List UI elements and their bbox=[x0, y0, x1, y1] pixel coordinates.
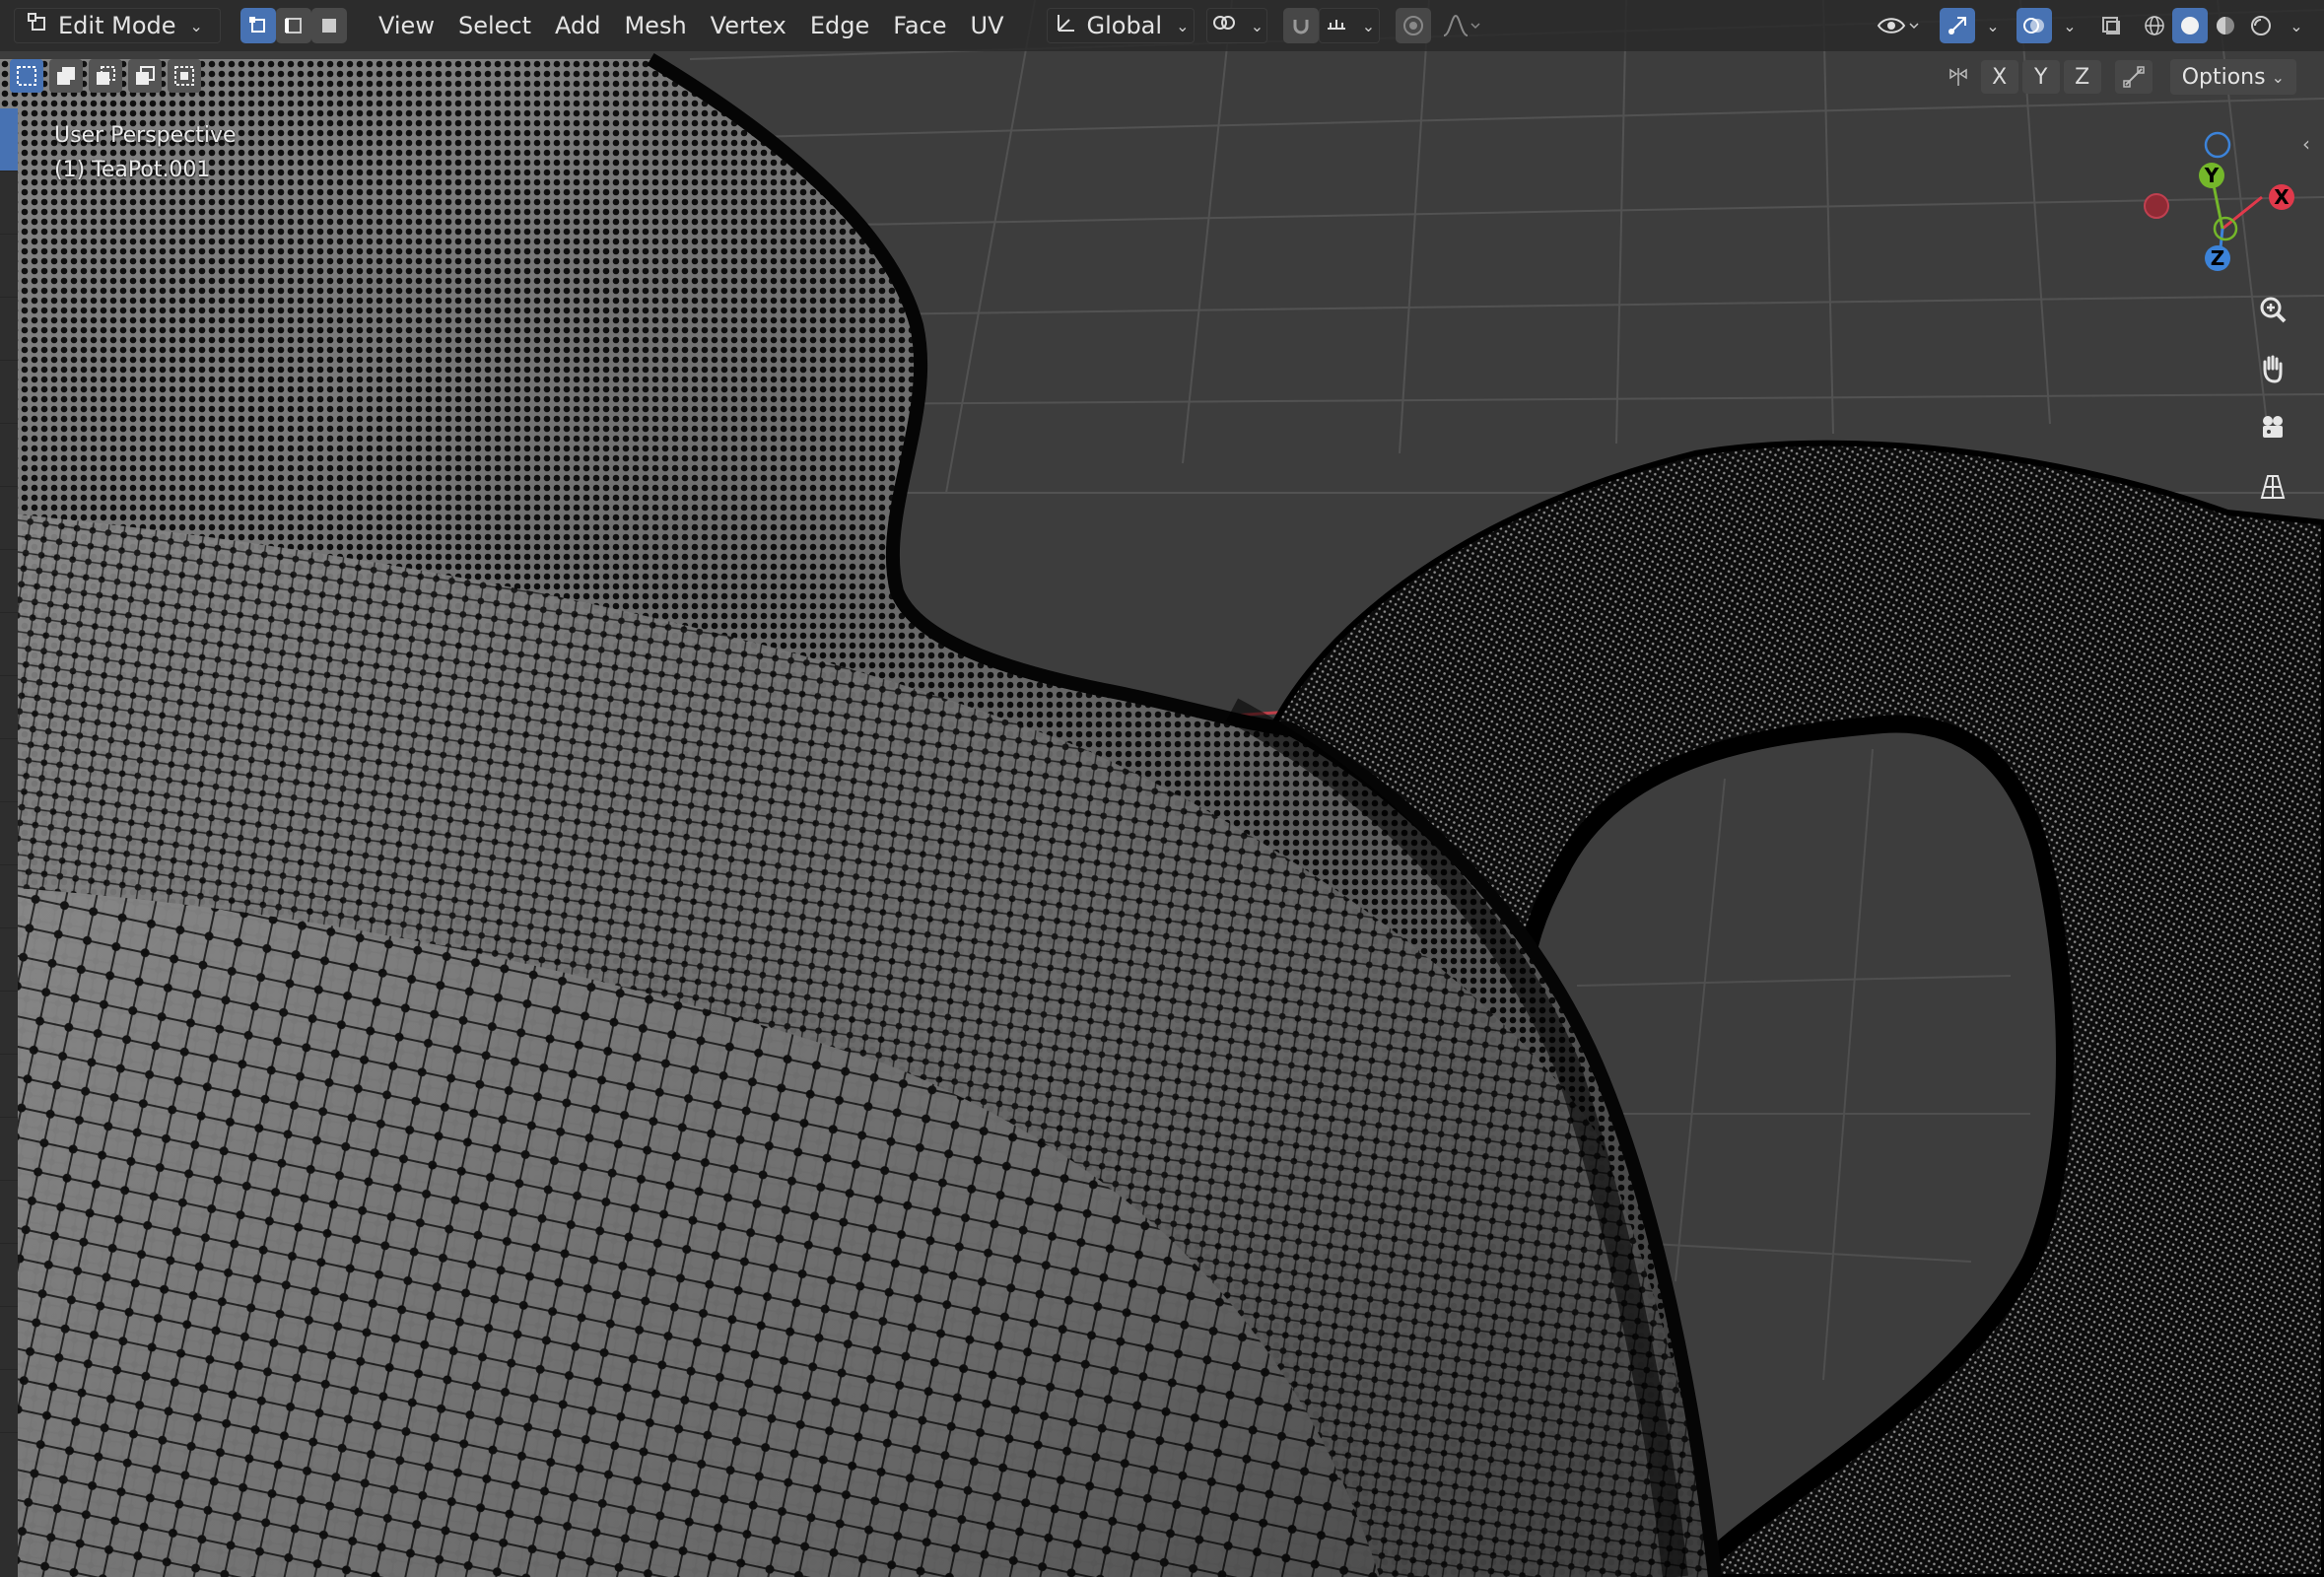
tool-edge-slide[interactable] bbox=[0, 1181, 18, 1244]
active-object-label: (1) TeaPot.001 bbox=[54, 158, 211, 182]
box-select-mode-group bbox=[10, 59, 201, 93]
mirror-x-toggle[interactable]: X bbox=[1980, 60, 2018, 94]
mirror-z-toggle[interactable]: Z bbox=[2063, 60, 2101, 94]
solid-shading-icon[interactable] bbox=[2172, 8, 2208, 43]
eye-visibility-icon[interactable] bbox=[1869, 8, 1930, 43]
rendered-shading-icon[interactable] bbox=[2243, 8, 2279, 43]
edge-select-icon[interactable] bbox=[276, 8, 311, 43]
select-new-icon[interactable] bbox=[10, 59, 43, 93]
select-invert-icon[interactable] bbox=[128, 59, 162, 93]
snap-increment-icon bbox=[1325, 11, 1348, 40]
menu-uv[interactable]: UV bbox=[959, 8, 1016, 43]
snap-target-dropdown[interactable]: ⌄ bbox=[1319, 8, 1381, 43]
chevron-down-icon: ⌄ bbox=[1250, 16, 1265, 35]
menu-add[interactable]: Add bbox=[543, 8, 612, 43]
tool-extrude[interactable] bbox=[0, 676, 18, 739]
tool-smooth[interactable] bbox=[0, 1118, 18, 1181]
chevron-down-icon: ⌄ bbox=[1176, 16, 1190, 35]
tool-shelf bbox=[0, 108, 18, 1577]
chevron-down-icon[interactable]: ⌄ bbox=[2052, 8, 2082, 43]
mirror-y-toggle[interactable]: Y bbox=[2021, 60, 2060, 94]
gizmo-neg-z bbox=[2204, 131, 2231, 159]
tool-inset[interactable] bbox=[0, 739, 18, 802]
transform-orientation-label: Global bbox=[1086, 12, 1163, 39]
snap-magnet-icon[interactable] bbox=[1283, 8, 1320, 43]
select-subtract-icon[interactable] bbox=[89, 59, 122, 93]
falloff-curve-icon[interactable] bbox=[1431, 8, 1492, 43]
menu-bar: View Select Add Mesh Vertex Edge Face UV bbox=[367, 8, 1015, 43]
viewport-header: Edit Mode ⌄ View Select Add Mesh Vertex … bbox=[0, 0, 2324, 51]
edit-mode-icon bbox=[25, 10, 50, 41]
mode-selector[interactable]: Edit Mode ⌄ bbox=[14, 8, 221, 43]
menu-select[interactable]: Select bbox=[446, 8, 543, 43]
3d-viewport[interactable]: Edit Mode ⌄ View Select Add Mesh Vertex … bbox=[0, 0, 2324, 1577]
mesh-symmetry-row: X Y Z Options ⌄ bbox=[1940, 59, 2296, 95]
chevron-down-icon: ⌄ bbox=[1361, 16, 1376, 35]
viewport-info: User Perspective (1) TeaPot.001 bbox=[54, 118, 237, 187]
chevron-down-icon[interactable]: ⌄ bbox=[1975, 8, 2005, 43]
pivot-point-icon bbox=[1211, 10, 1237, 41]
options-dropdown[interactable]: Options ⌄ bbox=[2169, 59, 2296, 95]
gizmo-neg-x bbox=[2144, 193, 2169, 219]
menu-edge[interactable]: Edge bbox=[798, 8, 881, 43]
shading-mode-group bbox=[2137, 8, 2279, 43]
tool-rotate[interactable] bbox=[0, 298, 18, 361]
auto-merge-icon[interactable] bbox=[2114, 60, 2153, 94]
tool-knife[interactable] bbox=[0, 928, 18, 992]
tool-transform[interactable] bbox=[0, 424, 18, 487]
tool-poly-build[interactable] bbox=[0, 992, 18, 1055]
pivot-point-dropdown[interactable]: ⌄ bbox=[1206, 8, 1268, 43]
viewport-scene[interactable] bbox=[0, 0, 2324, 1577]
tool-shear[interactable] bbox=[0, 1307, 18, 1370]
svg-text:Z: Z bbox=[2211, 246, 2225, 270]
tool-bevel[interactable] bbox=[0, 802, 18, 865]
svg-text:Y: Y bbox=[2204, 164, 2220, 187]
gizmo-toggle-icon[interactable] bbox=[1940, 8, 1975, 43]
mode-label: Edit Mode bbox=[58, 12, 176, 39]
transform-orientation-icon bbox=[1054, 10, 1079, 41]
overlays-icon[interactable] bbox=[2016, 8, 2052, 43]
chevron-down-icon: ⌄ bbox=[189, 16, 203, 35]
tool-spin[interactable] bbox=[0, 1055, 18, 1118]
camera-icon[interactable] bbox=[2249, 404, 2296, 451]
tool-measure[interactable] bbox=[0, 550, 18, 613]
menu-mesh[interactable]: Mesh bbox=[612, 8, 698, 43]
tool-loop-cut[interactable] bbox=[0, 865, 18, 928]
tool-cursor[interactable] bbox=[0, 171, 18, 235]
ortho-grid-icon[interactable] bbox=[2249, 463, 2296, 511]
tool-select-box[interactable] bbox=[0, 108, 18, 171]
select-extend-icon[interactable] bbox=[49, 59, 83, 93]
options-label: Options bbox=[2181, 64, 2266, 90]
xray-icon[interactable] bbox=[2093, 8, 2129, 43]
chevron-down-icon: ⌄ bbox=[2271, 67, 2285, 87]
tool-scale[interactable] bbox=[0, 361, 18, 424]
navigation-gizmo[interactable]: X Y Z bbox=[2129, 123, 2296, 281]
svg-text:X: X bbox=[2274, 185, 2290, 209]
tool-rip[interactable] bbox=[0, 1370, 18, 1433]
menu-vertex[interactable]: Vertex bbox=[699, 8, 798, 43]
tool-shrink-fatten[interactable] bbox=[0, 1244, 18, 1307]
zoom-icon[interactable] bbox=[2249, 286, 2296, 333]
gizmo-neg-y bbox=[2213, 216, 2238, 241]
select-mode-group bbox=[240, 8, 347, 43]
mirror-butterfly-icon bbox=[1940, 60, 1977, 94]
transform-orientation-dropdown[interactable]: Global ⌄ bbox=[1047, 8, 1196, 43]
perspective-label: User Perspective bbox=[54, 123, 237, 148]
wireframe-shading-icon[interactable] bbox=[2137, 8, 2172, 43]
hand-pan-icon[interactable] bbox=[2249, 345, 2296, 392]
proportional-edit-icon[interactable] bbox=[1396, 8, 1432, 43]
chevron-down-icon[interactable]: ⌄ bbox=[2279, 8, 2308, 43]
tool-annotate[interactable] bbox=[0, 487, 18, 550]
tool-add-cube[interactable] bbox=[0, 613, 18, 676]
sidebar-collapse-chevron-icon[interactable]: ‹ bbox=[2302, 132, 2310, 156]
vertex-select-icon[interactable] bbox=[240, 8, 276, 43]
material-shading-icon[interactable] bbox=[2208, 8, 2243, 43]
select-intersect-icon[interactable] bbox=[168, 59, 201, 93]
menu-face[interactable]: Face bbox=[881, 8, 958, 43]
tool-move[interactable] bbox=[0, 235, 18, 298]
menu-view[interactable]: View bbox=[367, 8, 446, 43]
face-select-icon[interactable] bbox=[311, 8, 347, 43]
